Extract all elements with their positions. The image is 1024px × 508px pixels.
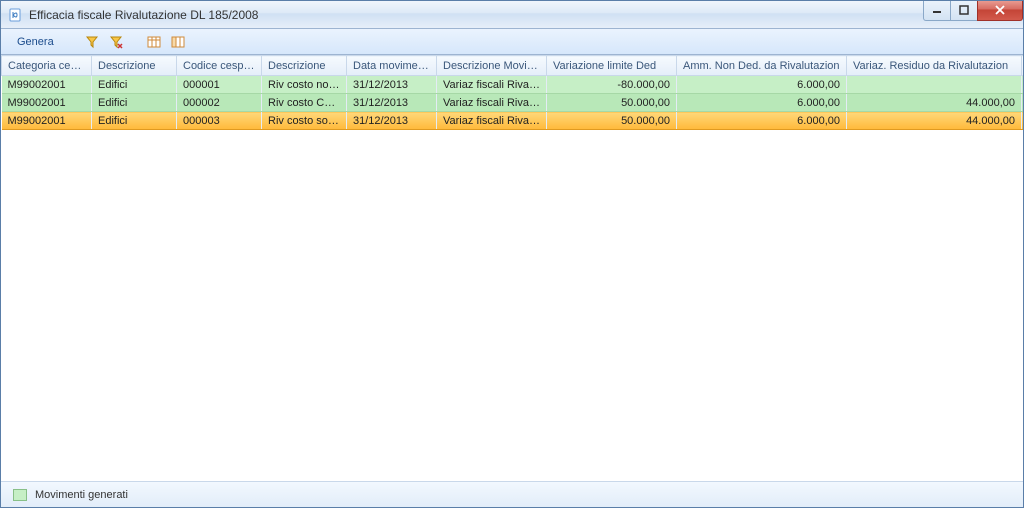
cell-desc_mov: Variaz fiscali Rivalutaz… [437, 112, 547, 130]
cell-data: 31/12/2013 [347, 112, 437, 130]
status-text: Movimenti generati [35, 489, 128, 501]
cell-desc_cat: Edifici [92, 112, 177, 130]
table-row[interactable]: M99002001Edifici000003Riv costo solo…31/… [2, 112, 1024, 130]
column-header[interactable]: Amm. Non Ded. da Rivalutazion [677, 56, 847, 76]
minimize-button[interactable] [923, 1, 951, 21]
column-header[interactable]: Codice cespite [177, 56, 262, 76]
toolbar: Genera [1, 29, 1023, 55]
cell-codice: 000003 [177, 112, 262, 130]
cell-desc_cod: Riv costo CO… [262, 94, 347, 112]
cell-desc_cod: Riv costo solo… [262, 112, 347, 130]
cell-var_res: 44.000,00 [847, 94, 1022, 112]
cell-categoria: M99002001 [2, 76, 92, 94]
cell-categoria: M99002001 [2, 112, 92, 130]
grid-export-icon[interactable] [144, 32, 164, 52]
cell-var_lim: 50.000,00 [547, 112, 677, 130]
window-title: Efficacia fiscale Rivalutazione DL 185/2… [29, 8, 258, 22]
cell-var_res: 44.000,00 [847, 112, 1022, 130]
table-row[interactable]: M99002001Edifici000001Riv costo non…31/1… [2, 76, 1024, 94]
grid-columns-icon[interactable] [168, 32, 188, 52]
close-button[interactable] [977, 1, 1023, 21]
cell-desc_cat: Edifici [92, 94, 177, 112]
cell-eff [1022, 112, 1024, 130]
cell-var_lim: -80.000,00 [547, 76, 677, 94]
table-row[interactable]: M99002001Edifici000002Riv costo CO…31/12… [2, 94, 1024, 112]
grid-area[interactable]: Categoria cespitDescrizioneCodice cespit… [1, 55, 1023, 481]
cell-data: 31/12/2013 [347, 94, 437, 112]
header-row: Categoria cespitDescrizioneCodice cespit… [2, 56, 1024, 76]
cell-amm: 6.000,00 [677, 112, 847, 130]
app-icon [7, 7, 23, 23]
cell-desc_mov: Variaz fiscali Rivalutaz… [437, 94, 547, 112]
genera-button[interactable]: Genera [7, 34, 64, 50]
cell-codice: 000002 [177, 94, 262, 112]
column-header[interactable]: Descrizione [92, 56, 177, 76]
column-header[interactable]: Variazione limite Ded [547, 56, 677, 76]
statusbar: Movimenti generati [1, 481, 1023, 507]
column-header[interactable]: Categoria cespit [2, 56, 92, 76]
cell-codice: 000001 [177, 76, 262, 94]
data-grid: Categoria cespitDescrizioneCodice cespit… [1, 55, 1023, 130]
cell-var_lim: 50.000,00 [547, 94, 677, 112]
titlebar[interactable]: Efficacia fiscale Rivalutazione DL 185/2… [1, 1, 1023, 29]
filter-clear-icon[interactable] [106, 32, 126, 52]
maximize-button[interactable] [950, 1, 978, 21]
column-header[interactable]: Efficacia fiscale [1022, 56, 1024, 76]
column-header[interactable]: Descrizione [262, 56, 347, 76]
cell-desc_cod: Riv costo non… [262, 76, 347, 94]
column-header[interactable]: Descrizione Movimento [437, 56, 547, 76]
cell-desc_cat: Edifici [92, 76, 177, 94]
cell-data: 31/12/2013 [347, 76, 437, 94]
status-legend-swatch [13, 489, 27, 501]
cell-amm: 6.000,00 [677, 76, 847, 94]
window-controls [924, 1, 1023, 21]
cell-desc_mov: Variaz fiscali Rivalutaz… [437, 76, 547, 94]
column-header[interactable]: Data movimento [347, 56, 437, 76]
cell-var_res [847, 76, 1022, 94]
column-header[interactable]: Variaz. Residuo da Rivalutazion [847, 56, 1022, 76]
cell-eff [1022, 94, 1024, 112]
cell-categoria: M99002001 [2, 94, 92, 112]
cell-eff [1022, 76, 1024, 94]
app-window: Efficacia fiscale Rivalutazione DL 185/2… [0, 0, 1024, 508]
filter-icon[interactable] [82, 32, 102, 52]
cell-amm: 6.000,00 [677, 94, 847, 112]
